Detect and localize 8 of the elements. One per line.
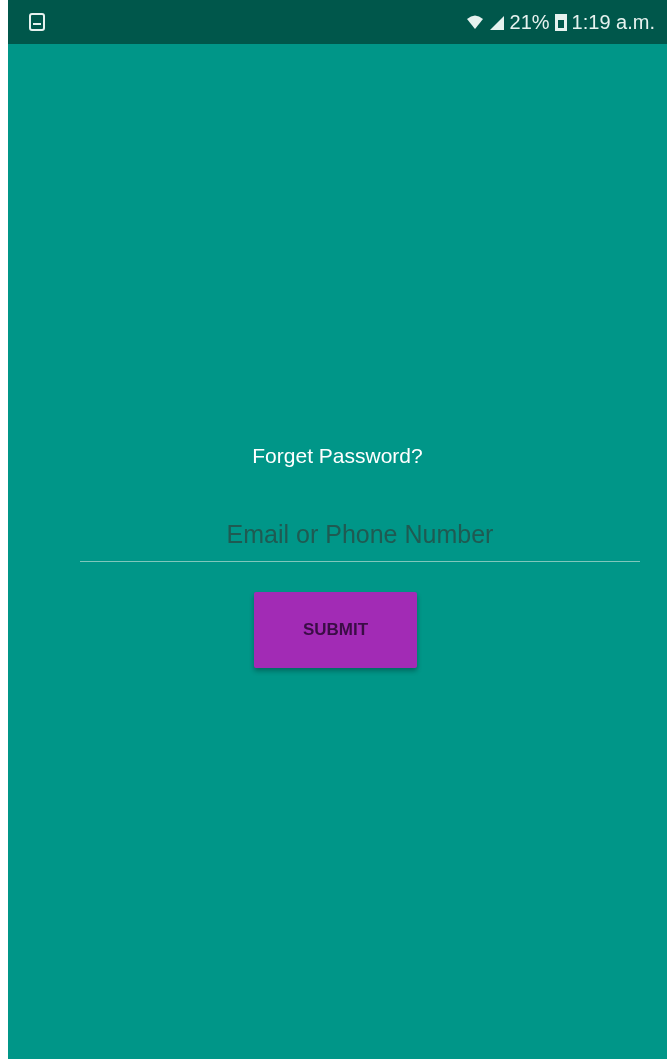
battery-icon bbox=[553, 12, 568, 32]
clock-time: 1:19 a.m. bbox=[571, 10, 655, 35]
wifi-icon bbox=[465, 13, 484, 31]
battery-percent: 21% bbox=[509, 10, 550, 35]
email-phone-field[interactable]: Email or Phone Number bbox=[80, 511, 640, 562]
submit-button[interactable]: SUBMIT bbox=[254, 592, 417, 668]
notification-icon bbox=[28, 12, 46, 32]
screen-title: Forget Password? bbox=[252, 443, 423, 469]
